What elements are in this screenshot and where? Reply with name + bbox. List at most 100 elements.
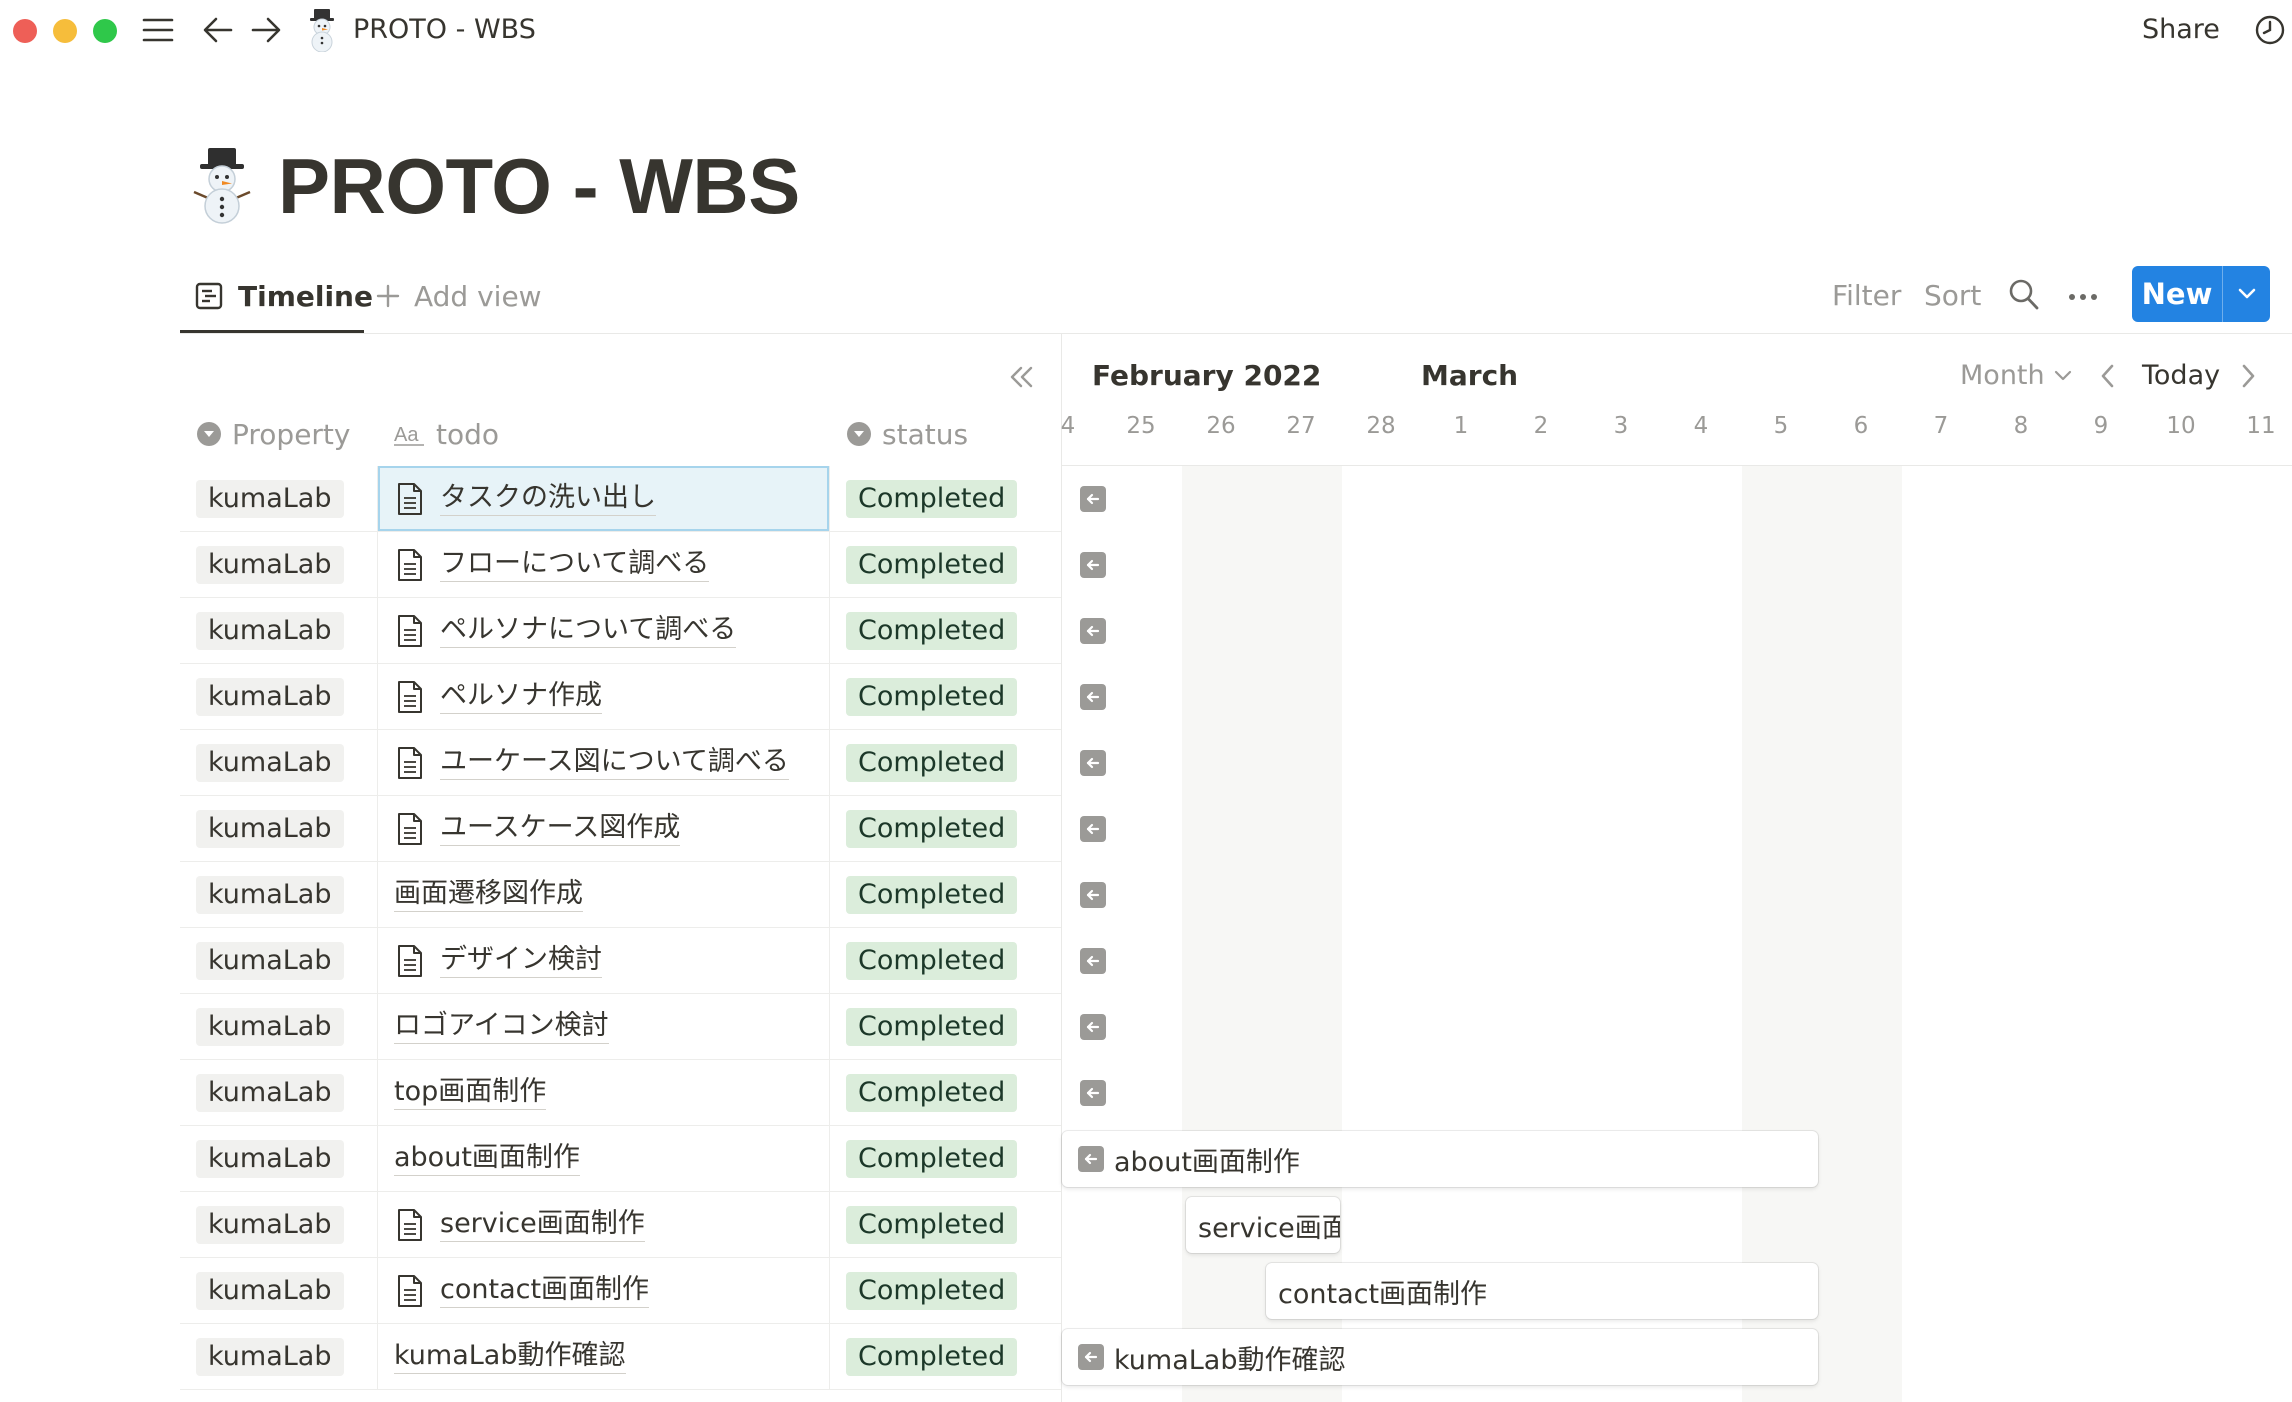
- todo-title[interactable]: ペルソナについて調べる: [440, 613, 737, 648]
- share-button[interactable]: Share: [2142, 14, 2220, 46]
- table-row[interactable]: kumaLab ペルソナについて調べる Completed: [180, 598, 1061, 664]
- property-cell[interactable]: kumaLab: [180, 994, 378, 1059]
- todo-cell[interactable]: フローについて調べる: [378, 532, 830, 597]
- status-cell[interactable]: Completed: [830, 1126, 1061, 1191]
- timeline-bar[interactable]: service画面制作: [1186, 1197, 1340, 1253]
- scroll-to-start-arrow-icon[interactable]: [1078, 1344, 1104, 1370]
- scroll-to-item-arrow-icon[interactable]: [1080, 486, 1106, 512]
- todo-cell[interactable]: 画面遷移図作成: [378, 862, 830, 927]
- scroll-to-item-arrow-icon[interactable]: [1080, 1080, 1106, 1106]
- status-cell[interactable]: Completed: [830, 928, 1061, 993]
- sidebar-menu-icon[interactable]: [140, 12, 176, 48]
- property-cell[interactable]: kumaLab: [180, 928, 378, 993]
- table-row[interactable]: kumaLab ロゴアイコン検討 Completed: [180, 994, 1061, 1060]
- sort-button[interactable]: Sort: [1924, 276, 1981, 316]
- property-cell[interactable]: kumaLab: [180, 664, 378, 729]
- add-view-button[interactable]: Add view: [376, 276, 542, 316]
- todo-cell[interactable]: kumaLab動作確認: [378, 1324, 830, 1389]
- updates-clock-icon[interactable]: [2252, 12, 2288, 48]
- scroll-to-item-arrow-icon[interactable]: [1080, 750, 1106, 776]
- scroll-to-item-arrow-icon[interactable]: [1080, 816, 1106, 842]
- todo-title[interactable]: フローについて調べる: [440, 547, 710, 582]
- status-cell[interactable]: Completed: [830, 1324, 1061, 1389]
- todo-title[interactable]: ユースケース図作成: [440, 811, 681, 846]
- property-cell[interactable]: kumaLab: [180, 1060, 378, 1125]
- todo-title[interactable]: kumaLab動作確認: [394, 1339, 626, 1374]
- tab-timeline[interactable]: Timeline: [194, 276, 373, 316]
- status-cell[interactable]: Completed: [830, 1192, 1061, 1257]
- table-timeline-divider[interactable]: [1061, 334, 1062, 1402]
- timeline-bar[interactable]: kumaLab動作確認: [1062, 1329, 1818, 1385]
- back-arrow-icon[interactable]: [200, 12, 236, 48]
- table-row[interactable]: kumaLab タスクの洗い出し Completed: [180, 466, 1061, 532]
- todo-title[interactable]: 画面遷移図作成: [394, 877, 583, 912]
- timeline-bar[interactable]: contact画面制作: [1266, 1263, 1818, 1319]
- table-row[interactable]: kumaLab ペルソナ作成 Completed: [180, 664, 1061, 730]
- today-button[interactable]: Today: [2142, 356, 2220, 396]
- todo-title[interactable]: ロゴアイコン検討: [394, 1009, 609, 1044]
- todo-title[interactable]: top画面制作: [394, 1075, 547, 1110]
- todo-cell[interactable]: ロゴアイコン検討: [378, 994, 830, 1059]
- scroll-to-item-arrow-icon[interactable]: [1080, 618, 1106, 644]
- todo-title[interactable]: service画面制作: [440, 1207, 645, 1242]
- status-cell[interactable]: Completed: [830, 796, 1061, 861]
- minimize-window-button[interactable]: [53, 19, 77, 43]
- todo-cell[interactable]: ユースケース図作成: [378, 796, 830, 861]
- status-cell[interactable]: Completed: [830, 598, 1061, 663]
- property-cell[interactable]: kumaLab: [180, 1258, 378, 1323]
- property-cell[interactable]: kumaLab: [180, 796, 378, 861]
- column-header-status[interactable]: status: [846, 414, 968, 454]
- timeline-bar[interactable]: about画面制作: [1062, 1131, 1818, 1187]
- table-row[interactable]: kumaLab ユースケース図作成 Completed: [180, 796, 1061, 862]
- scroll-to-item-arrow-icon[interactable]: [1080, 552, 1106, 578]
- table-row[interactable]: kumaLab contact画面制作 Completed: [180, 1258, 1061, 1324]
- column-header-property[interactable]: Property: [196, 414, 350, 454]
- new-button[interactable]: New: [2132, 266, 2222, 322]
- todo-cell[interactable]: ペルソナ作成: [378, 664, 830, 729]
- property-cell[interactable]: kumaLab: [180, 1324, 378, 1389]
- property-cell[interactable]: kumaLab: [180, 466, 378, 531]
- table-row[interactable]: kumaLab デザイン検討 Completed: [180, 928, 1061, 994]
- todo-title[interactable]: タスクの洗い出し: [440, 481, 656, 516]
- property-cell[interactable]: kumaLab: [180, 862, 378, 927]
- page-snowman-icon[interactable]: [184, 146, 260, 224]
- property-cell[interactable]: kumaLab: [180, 1192, 378, 1257]
- status-cell[interactable]: Completed: [830, 730, 1061, 795]
- todo-cell[interactable]: ペルソナについて調べる: [378, 598, 830, 663]
- todo-title[interactable]: about画面制作: [394, 1141, 580, 1176]
- todo-title[interactable]: contact画面制作: [440, 1273, 650, 1308]
- forward-arrow-icon[interactable]: [248, 12, 284, 48]
- status-cell[interactable]: Completed: [830, 862, 1061, 927]
- todo-title[interactable]: ペルソナ作成: [440, 679, 602, 714]
- table-row[interactable]: kumaLab about画面制作 Completed: [180, 1126, 1061, 1192]
- zoom-window-button[interactable]: [93, 19, 117, 43]
- property-cell[interactable]: kumaLab: [180, 730, 378, 795]
- more-options-icon[interactable]: [2068, 282, 2098, 322]
- collapse-table-icon[interactable]: [1004, 360, 1038, 394]
- todo-cell[interactable]: about画面制作: [378, 1126, 830, 1191]
- scroll-to-item-arrow-icon[interactable]: [1080, 1014, 1106, 1040]
- todo-cell[interactable]: service画面制作: [378, 1192, 830, 1257]
- table-row[interactable]: kumaLab フローについて調べる Completed: [180, 532, 1061, 598]
- close-window-button[interactable]: [13, 19, 37, 43]
- scroll-to-item-arrow-icon[interactable]: [1080, 882, 1106, 908]
- next-period-icon[interactable]: [2238, 362, 2258, 402]
- table-row[interactable]: kumaLab 画面遷移図作成 Completed: [180, 862, 1061, 928]
- column-header-todo[interactable]: Aa todo: [394, 414, 499, 454]
- table-row[interactable]: kumaLab top画面制作 Completed: [180, 1060, 1061, 1126]
- status-cell[interactable]: Completed: [830, 1258, 1061, 1323]
- previous-period-icon[interactable]: [2098, 362, 2118, 402]
- filter-button[interactable]: Filter: [1832, 276, 1901, 316]
- property-cell[interactable]: kumaLab: [180, 598, 378, 663]
- todo-cell[interactable]: タスクの洗い出し: [378, 466, 830, 531]
- window-title[interactable]: PROTO - WBS: [353, 14, 536, 46]
- status-cell[interactable]: Completed: [830, 664, 1061, 729]
- table-row[interactable]: kumaLab service画面制作 Completed: [180, 1192, 1061, 1258]
- page-title[interactable]: PROTO - WBS: [278, 138, 800, 234]
- property-cell[interactable]: kumaLab: [180, 1126, 378, 1191]
- todo-cell[interactable]: top画面制作: [378, 1060, 830, 1125]
- search-icon[interactable]: [2008, 278, 2040, 323]
- status-cell[interactable]: Completed: [830, 994, 1061, 1059]
- status-cell[interactable]: Completed: [830, 466, 1061, 531]
- todo-cell[interactable]: ユーケース図について調べる: [378, 730, 830, 795]
